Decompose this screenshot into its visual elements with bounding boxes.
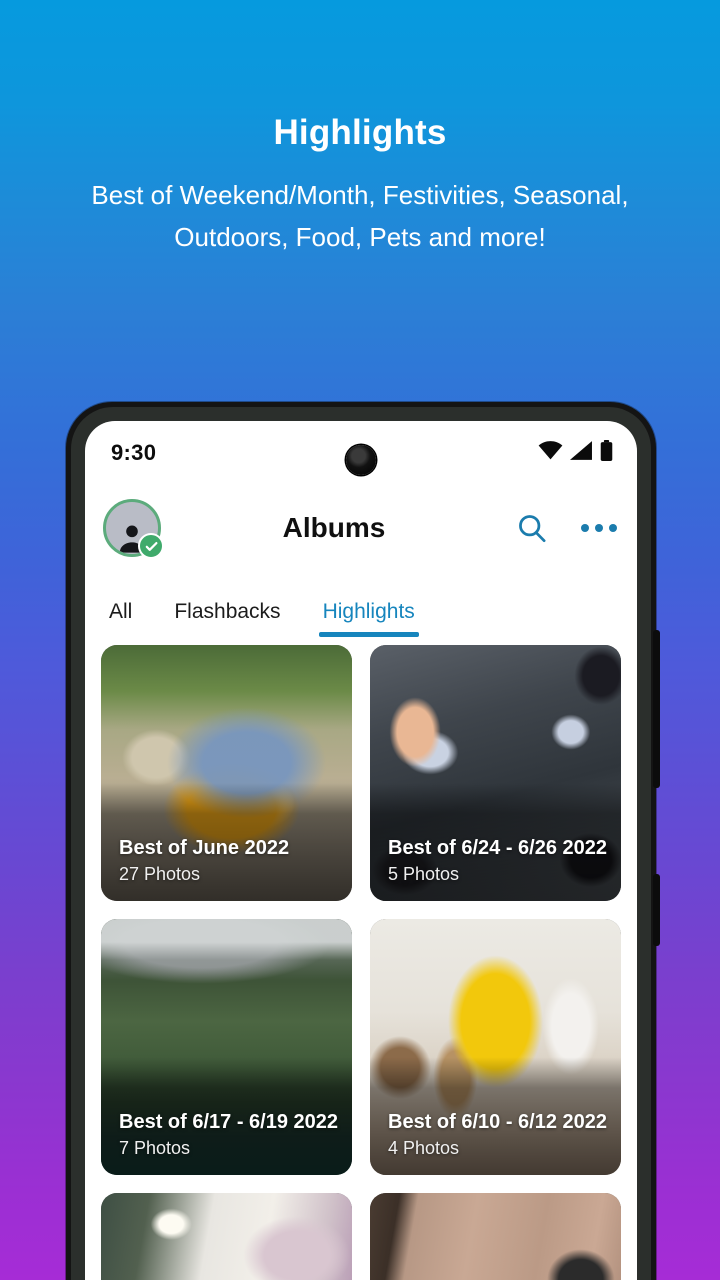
album-thumbnail — [101, 1193, 352, 1280]
tab-all[interactable]: All — [109, 600, 132, 637]
album-card[interactable] — [101, 1193, 352, 1280]
album-card[interactable]: Best of 6/10 - 6/12 2022 4 Photos — [370, 919, 621, 1175]
promo-subtitle: Best of Weekend/Month, Festivities, Seas… — [91, 180, 629, 253]
promo-title: Highlights — [273, 113, 447, 152]
album-card[interactable]: Best of June 2022 27 Photos — [101, 645, 352, 901]
album-caption: Best of 6/10 - 6/12 2022 4 Photos — [388, 1109, 607, 1159]
album-grid: Best of June 2022 27 Photos Best of 6/24… — [85, 637, 637, 1280]
volume-button[interactable] — [653, 630, 660, 788]
tab-highlights[interactable]: Highlights — [318, 600, 420, 637]
album-caption: Best of 6/24 - 6/26 2022 5 Photos — [388, 835, 607, 885]
battery-icon — [600, 440, 613, 466]
album-photo-count: 5 Photos — [388, 864, 460, 884]
status-icons — [538, 440, 613, 466]
album-caption: Best of 6/17 - 6/19 2022 7 Photos — [119, 1109, 338, 1159]
promo-header: Highlights Best of Weekend/Month, Festiv… — [0, 0, 720, 258]
album-thumbnail — [370, 1193, 621, 1280]
power-button[interactable] — [653, 874, 660, 946]
status-time: 9:30 — [111, 440, 157, 465]
phone-screen: 9:30 Albums All Flashbacks Highlights Be… — [85, 421, 637, 1280]
album-tabs: All Flashbacks Highlights — [85, 571, 637, 637]
avatar[interactable] — [103, 499, 164, 559]
album-photo-count: 7 Photos — [119, 1138, 191, 1158]
tab-flashbacks[interactable]: Flashbacks — [174, 600, 280, 637]
album-card[interactable] — [370, 1193, 621, 1280]
page-title: Albums — [282, 512, 386, 543]
promo-screenshot: Highlights Best of Weekend/Month, Festiv… — [0, 0, 720, 1280]
wifi-icon — [538, 441, 563, 465]
more-options-icon[interactable] — [581, 524, 617, 532]
album-title: Best of 6/17 - 6/19 2022 — [119, 1110, 339, 1133]
album-card[interactable]: Best of 6/24 - 6/26 2022 5 Photos — [370, 645, 621, 901]
album-photo-count: 27 Photos — [119, 864, 201, 884]
app-bar: Albums — [85, 485, 637, 571]
album-caption: Best of June 2022 27 Photos — [119, 835, 338, 885]
phone-mockup: 9:30 Albums All Flashbacks Highlights Be… — [66, 402, 660, 1280]
front-camera-icon — [346, 445, 376, 475]
album-title: Best of June 2022 — [119, 836, 290, 859]
verified-check-icon — [138, 533, 164, 559]
cellular-signal-icon — [570, 441, 593, 465]
album-title: Best of 6/10 - 6/12 2022 — [388, 1110, 608, 1133]
album-title: Best of 6/24 - 6/26 2022 — [388, 836, 608, 859]
album-card[interactable]: Best of 6/17 - 6/19 2022 7 Photos — [101, 919, 352, 1175]
app-bar-actions — [517, 513, 617, 543]
search-icon[interactable] — [517, 513, 547, 543]
album-photo-count: 4 Photos — [388, 1138, 460, 1158]
